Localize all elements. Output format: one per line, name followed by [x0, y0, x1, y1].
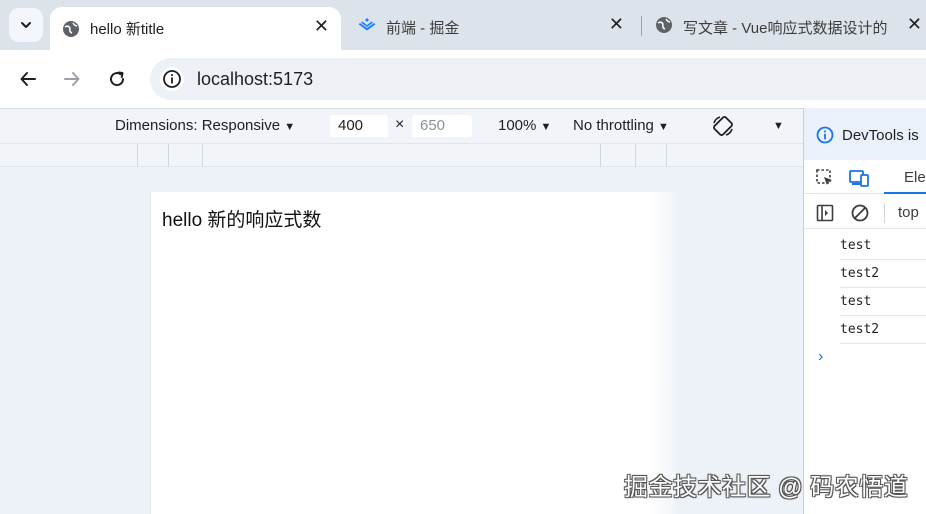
tab-active[interactable]: hello 新title ✕ — [50, 7, 341, 50]
tab-write-article[interactable]: 写文章 - Vue响应式数据设计的 ✕ — [643, 0, 926, 50]
devtools-tabbar: Ele — [804, 160, 926, 194]
reload-button[interactable] — [102, 64, 132, 94]
zoom-label: 100% — [498, 117, 537, 134]
zoom-dropdown[interactable]: 100% ▼ — [498, 117, 551, 134]
chevron-down-icon — [21, 22, 31, 28]
ruler-mark — [137, 144, 138, 167]
throttling-label: No throttling — [573, 117, 654, 134]
tab-close-button[interactable]: ✕ — [314, 17, 329, 35]
arrow-right-icon — [64, 72, 80, 86]
devtools-panel: DevTools is Ele top test test2 test test… — [803, 108, 926, 514]
page-content-text: hello 新的响应式数 — [162, 210, 322, 231]
dimensions-label: Dimensions: Responsive — [115, 117, 281, 134]
site-info-icon[interactable] — [160, 67, 184, 91]
watermark: 掘金技术社区 @ 码农悟道 — [624, 474, 909, 501]
tab-strip: hello 新title ✕ 前端 - 掘金 ✕ 写文章 - Vue响应式数据设… — [0, 0, 926, 50]
tab-close-button[interactable]: ✕ — [609, 15, 624, 33]
more-options-button[interactable]: ▼ — [773, 120, 784, 132]
media-query-ruler — [0, 143, 803, 167]
globe-icon — [62, 20, 80, 38]
dimension-separator: × — [395, 116, 405, 133]
tab-title: 写文章 - Vue响应式数据设计的 — [683, 20, 888, 37]
tab-title: 前端 - 掘金 — [386, 20, 460, 37]
url-text: localhost:5173 — [197, 69, 314, 89]
caret-down-icon: ▼ — [284, 121, 296, 133]
rotate-button[interactable] — [711, 114, 735, 142]
caret-down-icon: ▼ — [773, 120, 784, 132]
tab-elements[interactable]: Ele — [904, 169, 926, 186]
arrow-left-icon — [20, 72, 36, 86]
width-input[interactable]: 400 — [330, 115, 388, 137]
caret-down-icon: ▼ — [540, 121, 552, 133]
console-toolbar: top — [804, 195, 926, 229]
sidebar-toggle-button[interactable] — [814, 202, 836, 224]
active-tab-indicator — [884, 192, 926, 194]
ruler-mark — [635, 144, 636, 167]
inspect-element-button[interactable] — [814, 167, 836, 189]
console-message: test2 — [840, 316, 926, 344]
clear-console-button[interactable] — [849, 202, 871, 224]
address-bar[interactable]: localhost:5173 — [150, 58, 926, 100]
context-selector[interactable]: top — [898, 204, 919, 221]
tab-juejin[interactable]: 前端 - 掘金 ✕ — [346, 0, 636, 50]
browser-toolbar: localhost:5173 — [0, 50, 926, 108]
caret-down-icon: ▼ — [658, 121, 669, 133]
console-message: test — [840, 288, 926, 316]
console-message: test — [840, 232, 926, 260]
toolbar-divider — [884, 203, 885, 223]
device-icon — [849, 170, 869, 187]
dimensions-dropdown[interactable]: Dimensions: Responsive ▼ — [115, 117, 295, 134]
ruler-mark — [666, 144, 667, 167]
viewport-area: hello 新的响应式数 — [0, 167, 803, 514]
device-toolbar-toggle[interactable] — [848, 167, 870, 189]
rotate-icon — [713, 116, 733, 136]
console-message: test2 — [840, 260, 926, 288]
throttling-dropdown[interactable]: No throttling ▼ — [573, 117, 669, 134]
ruler-mark — [202, 144, 203, 167]
devtools-banner: DevTools is — [804, 108, 926, 160]
ruler-mark — [168, 144, 169, 167]
tab-title: hello 新title — [90, 21, 165, 38]
tab-close-button[interactable]: ✕ — [907, 15, 922, 33]
clear-icon — [851, 204, 869, 222]
globe-icon — [655, 16, 673, 34]
page-resize-edge[interactable] — [648, 192, 676, 514]
back-button[interactable] — [13, 64, 43, 94]
height-input[interactable]: 650 — [412, 115, 472, 137]
sidebar-icon — [816, 204, 834, 222]
device-toolbar: Dimensions: Responsive ▼ 400 × 650 100% … — [0, 108, 803, 143]
devtools-banner-text: DevTools is — [842, 127, 919, 144]
reload-icon — [110, 71, 125, 87]
ruler-mark — [600, 144, 601, 167]
inspect-icon — [816, 169, 832, 185]
juejin-logo-icon — [358, 16, 376, 34]
tab-separator — [641, 16, 642, 36]
forward-button[interactable] — [57, 64, 87, 94]
info-icon — [816, 126, 834, 144]
console-prompt-icon[interactable]: › — [818, 348, 823, 366]
emulated-page[interactable]: hello 新的响应式数 — [150, 192, 676, 514]
tab-search-button[interactable] — [9, 8, 43, 42]
